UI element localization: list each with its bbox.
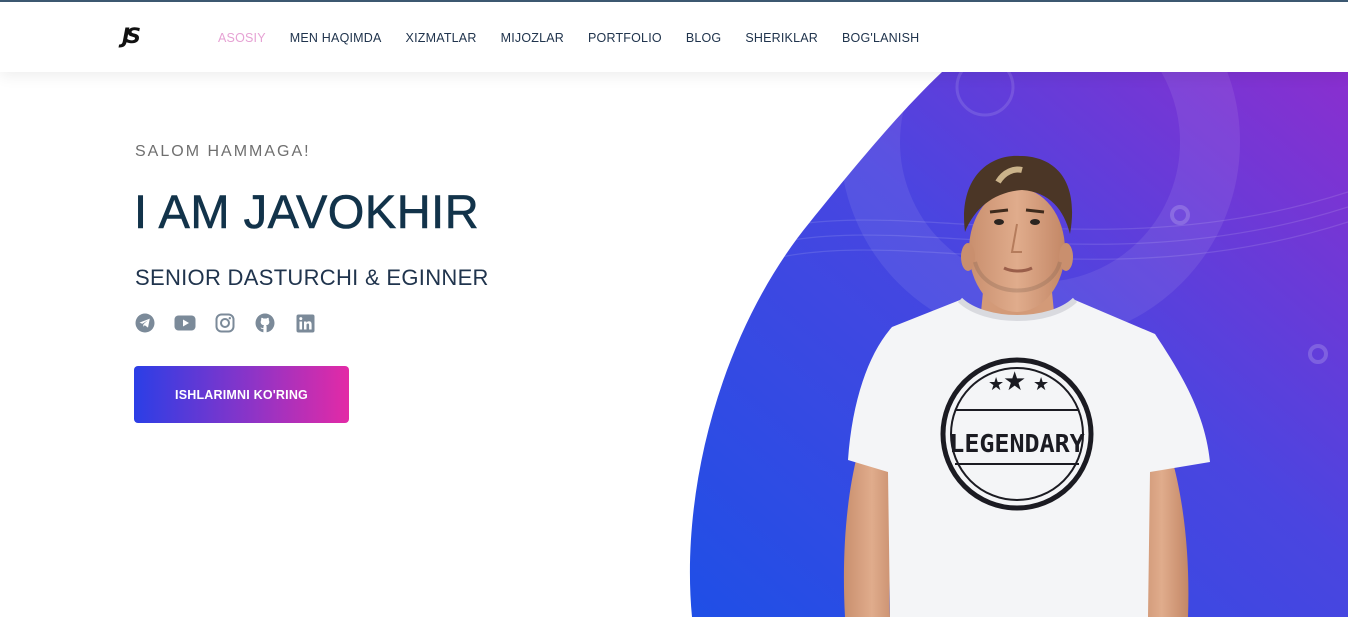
logo[interactable]: JS — [122, 21, 152, 51]
nav-item-mijozlar[interactable]: MIJOZLAR — [501, 31, 564, 45]
nav-item-asosiy[interactable]: ASOSIY — [218, 31, 266, 45]
telegram-icon[interactable] — [134, 313, 156, 333]
nav-item-portfolio[interactable]: PORTFOLIO — [588, 31, 662, 45]
main-nav: ASOSIY MEN HAQIMDA XIZMATLAR MIJOZLAR PO… — [218, 31, 919, 45]
youtube-icon[interactable] — [174, 313, 196, 333]
instagram-icon[interactable] — [214, 313, 236, 333]
hero-name: I AM JAVOKHIR — [134, 185, 480, 239]
svg-text:★: ★ — [1033, 374, 1049, 395]
nav-item-xizmatlar[interactable]: XIZMATLAR — [406, 31, 477, 45]
nav-item-boglanish[interactable]: BOG'LANISH — [842, 31, 919, 45]
view-works-button[interactable]: ISHLARIMNI KO'RING — [134, 366, 349, 423]
nav-item-men-haqimda[interactable]: MEN HAQIMDA — [290, 31, 382, 45]
nav-item-blog[interactable]: BLOG — [686, 31, 722, 45]
social-links — [134, 313, 316, 333]
site-header: JS ASOSIY MEN HAQIMDA XIZMATLAR MIJOZLAR… — [0, 2, 1348, 72]
github-icon[interactable] — [254, 313, 276, 333]
svg-text:★: ★ — [988, 374, 1004, 395]
shirt-print-text: LEGENDARY — [949, 429, 1084, 458]
svg-text:★: ★ — [1003, 367, 1026, 397]
hero-greeting: SALOM HAMMAGA! — [135, 143, 311, 160]
hero-role: SENIOR DASTURCHI & EGINNER — [135, 265, 489, 290]
linkedin-icon[interactable] — [294, 313, 316, 333]
nav-item-sheriklar[interactable]: SHERIKLAR — [745, 31, 818, 45]
